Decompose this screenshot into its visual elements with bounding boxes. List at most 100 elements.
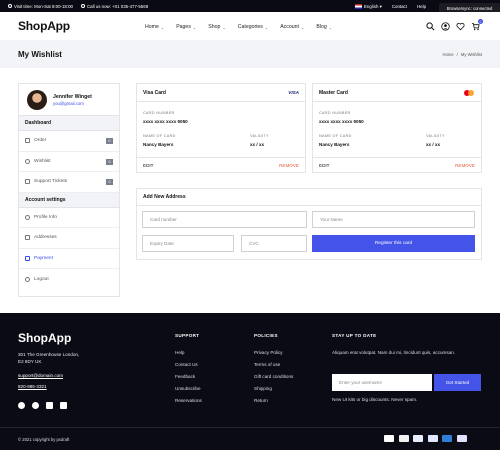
amex-icon (442, 435, 452, 442)
card-name-label: NAME OF CARD (319, 134, 352, 138)
edit-card-button[interactable]: EDIT (143, 163, 153, 168)
avatar (27, 90, 47, 110)
logout-icon (25, 276, 30, 282)
newsletter-note: New UI kits or big discounts. Never spam… (332, 397, 418, 402)
footer-logo[interactable]: ShopApp (18, 331, 71, 345)
wishlist-count: 0 (106, 158, 113, 165)
footer-email[interactable]: support@domain.com (18, 373, 63, 378)
card-number-label: CARD NUMBER (143, 111, 175, 115)
sidebar-item-logout[interactable]: Logout (19, 269, 119, 290)
validity-value: xx / xx (250, 142, 265, 147)
footer-address: 301 The Greenhouse London, E2 8DY UK (18, 352, 80, 364)
footer-link-terms[interactable]: Terms of use (254, 361, 293, 368)
expiry-date-input[interactable]: Expiry Date (142, 235, 234, 252)
sidebar-item-support-tickets[interactable]: Support Tickets 0 (19, 172, 119, 193)
breadcrumb: Home / My Wishlist (442, 52, 482, 57)
language-selector[interactable]: English ▾ (355, 4, 382, 10)
cart-button[interactable]: 0 (471, 19, 483, 31)
contact-link[interactable]: Contact (392, 4, 407, 9)
footer-link-feedback[interactable]: Feedback (175, 373, 202, 380)
newsletter-heading: STAY UP TO DATE (332, 333, 377, 338)
heart-icon[interactable] (456, 22, 465, 31)
your-name-input[interactable]: Your Name (312, 211, 475, 228)
chevron-down-icon: ⌄ (160, 24, 165, 30)
twitter-icon[interactable] (32, 402, 39, 409)
footer-link-privacy[interactable]: Privacy Policy (254, 349, 293, 356)
sidebar-item-wishlist[interactable]: Wishlist 0 (19, 152, 119, 172)
top-bar: Visit time: Mon-Sat 8:00-18:00 Call us n… (0, 0, 500, 12)
footer-link-contact[interactable]: Contact Us (175, 361, 202, 368)
mastercard-logo (464, 89, 475, 96)
nav-pages[interactable]: Pages ⌄ (176, 24, 196, 30)
nav-home[interactable]: Home ⌄ (145, 24, 164, 30)
breadcrumb-home[interactable]: Home (442, 52, 453, 57)
chevron-down-icon: ⌄ (328, 24, 333, 30)
remove-card-button[interactable]: REMOVE (279, 163, 299, 168)
newsletter-username-input[interactable]: Enter your username (332, 374, 432, 391)
discover-icon (413, 435, 423, 442)
instagram-icon[interactable] (46, 402, 53, 409)
order-count: 0 (106, 138, 113, 144)
nav-blog[interactable]: Blog ⌄ (316, 24, 332, 30)
help-link[interactable]: Help (417, 4, 426, 9)
facebook-icon[interactable] (18, 402, 25, 409)
chevron-down-icon: ⌄ (222, 24, 226, 30)
support-heading: SUPPORT (175, 333, 200, 338)
sidebar-item-payment[interactable]: Payment (19, 249, 119, 269)
profile-card: Jennifer Winget you@gmail.com (19, 84, 119, 116)
nav-shop[interactable]: Shop ⌄ (208, 24, 225, 30)
validity-label: VALIDITY (426, 134, 445, 138)
page-title: My Wishlist (18, 50, 62, 59)
header: ShopApp Home ⌄ Pages ⌄ Shop ⌄ Categories ⌄ A… (0, 12, 500, 40)
breadcrumb-current: My Wishlist (460, 52, 482, 57)
footer-link-unsubscribe[interactable]: Unsubscribe (175, 385, 202, 392)
newsletter-text: Aliquam erat volutpat. Nam dui mi, tinci… (332, 350, 456, 355)
nav-account[interactable]: Account ⌄ (280, 24, 304, 30)
mastercard-icon (398, 435, 409, 442)
card-icon (25, 255, 30, 261)
footer-link-reservations[interactable]: Reservations (175, 397, 202, 404)
get-started-button[interactable]: Get Started (434, 374, 481, 391)
dashboard-heading: Dashboard (19, 116, 119, 131)
sidebar-item-addresses[interactable]: Addresses (19, 228, 119, 249)
search-icon[interactable] (426, 22, 435, 31)
linkedin-icon[interactable] (60, 402, 67, 409)
ticket-icon (25, 179, 30, 185)
copyright: © 2021 copyright by pxdraft (18, 437, 70, 442)
footer-link-help[interactable]: Help (175, 349, 202, 356)
newsletter-column: STAY UP TO DATE Aliquam erat volutpat. N… (332, 333, 482, 356)
cvc-input[interactable]: CVC (241, 235, 307, 252)
card-name-label: NAME OF CARD (143, 134, 176, 138)
register-card-button[interactable]: Register this card (312, 235, 475, 252)
policies-heading: POLICIES (254, 333, 278, 338)
chevron-down-icon: ⌄ (192, 24, 197, 30)
card-title: Master Card (319, 89, 348, 96)
clock-icon (8, 4, 12, 8)
footer-phone[interactable]: 820-885-3321 (18, 384, 47, 389)
remove-card-button[interactable]: REMOVE (455, 163, 475, 168)
footer-link-shipping[interactable]: Shipping (254, 385, 293, 392)
footer-link-gift-card[interactable]: Gift card conditions (254, 373, 293, 380)
bag-icon (25, 138, 30, 144)
visa-card: Visa Card VISA CARD NUMBER xxxx xxxx xxxx… (136, 83, 306, 173)
profile-name: Jennifer Winget (53, 94, 92, 100)
card-name: Nancy Bayers (143, 142, 174, 147)
footer-link-return[interactable]: Return (254, 397, 293, 404)
payment-methods (384, 435, 467, 442)
tickets-count: 0 (106, 179, 113, 185)
nav-categories[interactable]: Categories ⌄ (238, 24, 268, 30)
sidebar-item-profile-info[interactable]: Profile Info (19, 208, 119, 228)
edit-card-button[interactable]: EDIT (319, 163, 329, 168)
cart-count-badge: 0 (478, 19, 483, 24)
user-icon[interactable] (441, 22, 450, 31)
flag-icon (355, 4, 362, 9)
address-icon (25, 235, 30, 241)
profile-email[interactable]: you@gmail.com (53, 101, 84, 106)
logo[interactable]: ShopApp (18, 19, 70, 33)
account-sidebar: Jennifer Winget you@gmail.com Dashboard … (18, 83, 120, 297)
card-number-input[interactable]: Card number (142, 211, 307, 228)
card-number: xxxx xxxx xxxx 5050 (143, 119, 188, 124)
visa-logo: VISA (288, 90, 299, 95)
visit-time-text: Visit time: Mon-Sat 8:00-18:00 (14, 3, 73, 9)
sidebar-item-order[interactable]: Order 0 (19, 131, 119, 152)
